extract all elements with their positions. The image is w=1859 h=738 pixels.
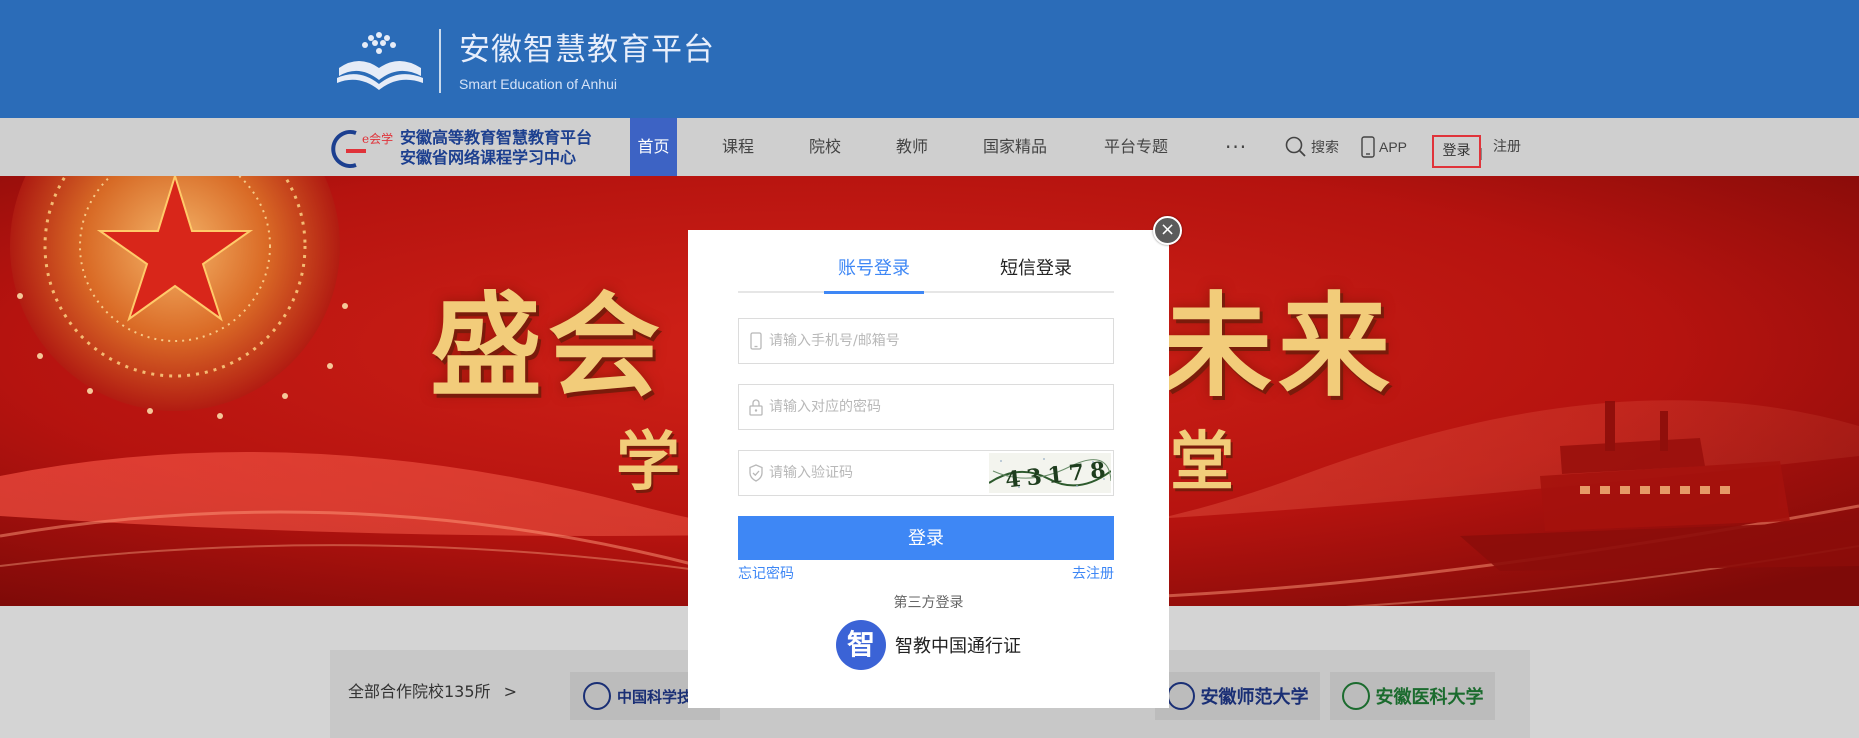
third-party-login-label: 第三方登录 <box>893 595 964 611</box>
password-input[interactable] <box>769 385 1069 429</box>
login-modal: 账号登录 短信登录 43178 <box>688 230 1169 708</box>
tab-account-login[interactable]: 账号登录 <box>824 255 924 294</box>
tab-sms-login[interactable]: 短信登录 <box>986 255 1086 293</box>
captcha-input[interactable] <box>769 451 969 495</box>
login-tabs: 账号登录 短信登录 <box>738 255 1114 294</box>
account-input[interactable] <box>769 319 1069 363</box>
account-field[interactable] <box>738 318 1114 364</box>
close-icon[interactable]: × <box>1153 216 1182 245</box>
third-party-login-button[interactable]: 智 智教中国通行证 <box>836 620 1021 670</box>
third-party-provider-name: 智教中国通行证 <box>895 636 1021 657</box>
forgot-password-link[interactable]: 忘记密码 <box>738 563 794 583</box>
captcha-field[interactable]: 43178 <box>738 450 1114 496</box>
shield-icon <box>749 464 763 482</box>
go-register-link[interactable]: 去注册 <box>1072 563 1114 583</box>
zhijiao-logo-icon: 智 <box>836 620 886 670</box>
lock-icon <box>749 399 763 416</box>
captcha-image[interactable]: 43178 <box>989 453 1111 493</box>
phone-icon <box>750 332 762 350</box>
password-field[interactable] <box>738 384 1114 430</box>
login-submit-button[interactable]: 登录 <box>738 516 1114 560</box>
